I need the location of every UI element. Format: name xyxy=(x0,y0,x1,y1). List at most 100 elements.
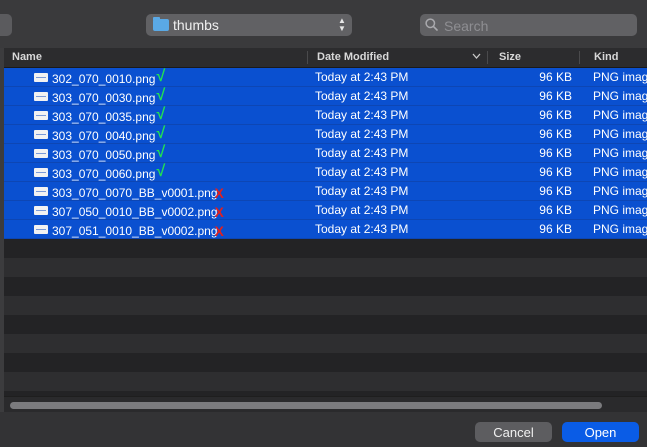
empty-row xyxy=(4,334,647,353)
date-modified: Today at 2:43 PM xyxy=(315,70,409,84)
empty-row xyxy=(4,353,647,372)
empty-row xyxy=(4,315,647,334)
search-field[interactable] xyxy=(420,14,637,36)
file-name: 303_070_0030.png xyxy=(52,91,156,105)
file-icon xyxy=(34,149,48,158)
file-name: 302_070_0010.png xyxy=(52,72,156,86)
date-modified: Today at 2:43 PM xyxy=(315,222,409,236)
search-input[interactable] xyxy=(442,16,631,36)
empty-row xyxy=(4,372,647,391)
file-icon xyxy=(34,130,48,139)
column-header-date-modified[interactable]: Date Modified xyxy=(317,51,389,63)
file-icon xyxy=(34,73,48,82)
file-size: 96 KB xyxy=(539,89,572,103)
file-size: 96 KB xyxy=(539,70,572,84)
date-modified: Today at 2:43 PM xyxy=(315,127,409,141)
file-kind: PNG imag xyxy=(593,146,647,160)
file-row[interactable]: 303_070_0040.png√ Today at 2:43 PM 96 KB… xyxy=(4,125,647,144)
file-size: 96 KB xyxy=(539,146,572,160)
file-icon xyxy=(34,206,48,215)
file-kind: PNG imag xyxy=(593,108,647,122)
file-icon xyxy=(34,92,48,101)
column-header: Name Date Modified Size Kind xyxy=(4,48,647,68)
file-name-cell: 303_070_0035.png√ xyxy=(52,106,166,126)
date-modified: Today at 2:43 PM xyxy=(315,165,409,179)
file-row[interactable]: 303_070_0070_BB_v0001.pngX Today at 2:43… xyxy=(4,182,647,201)
file-row[interactable]: 303_070_0050.png√ Today at 2:43 PM 96 KB… xyxy=(4,144,647,163)
column-header-name[interactable]: Name xyxy=(12,51,42,63)
file-row[interactable]: 303_070_0035.png√ Today at 2:43 PM 96 KB… xyxy=(4,106,647,125)
file-size: 96 KB xyxy=(539,184,572,198)
file-size: 96 KB xyxy=(539,127,572,141)
file-name-cell: 303_070_0060.png√ xyxy=(52,163,166,183)
file-name-cell: 307_051_0010_BB_v0002.pngX xyxy=(52,222,224,239)
file-name: 307_050_0010_BB_v0002.png xyxy=(52,205,218,219)
file-name-cell: 303_070_0040.png√ xyxy=(52,125,166,145)
cross-mark-icon: X xyxy=(214,185,224,201)
file-name-cell: 307_050_0010_BB_v0002.pngX xyxy=(52,203,224,220)
chevron-up-down-icon: ▲ ▼ xyxy=(338,16,346,33)
check-mark-icon: √ xyxy=(156,163,166,180)
file-name-cell: 302_070_0010.png√ xyxy=(52,68,166,88)
empty-row xyxy=(4,239,647,258)
cancel-button[interactable]: Cancel xyxy=(475,422,552,442)
check-mark-icon: √ xyxy=(156,125,166,142)
date-modified: Today at 2:43 PM xyxy=(315,146,409,160)
file-name: 303_070_0035.png xyxy=(52,110,156,124)
date-modified: Today at 2:43 PM xyxy=(315,184,409,198)
file-row[interactable]: 307_051_0010_BB_v0002.pngX Today at 2:43… xyxy=(4,220,647,239)
folder-name: thumbs xyxy=(173,17,219,33)
date-modified: Today at 2:43 PM xyxy=(315,89,409,103)
column-header-size[interactable]: Size xyxy=(499,51,521,63)
dialog-footer: Cancel Open xyxy=(0,412,647,447)
empty-row xyxy=(4,258,647,277)
file-size: 96 KB xyxy=(539,203,572,217)
back-button[interactable] xyxy=(0,14,12,36)
file-name-cell: 303_070_0050.png√ xyxy=(52,144,166,164)
folder-popup[interactable]: thumbs ▲ ▼ xyxy=(146,14,352,36)
file-icon xyxy=(34,111,48,120)
file-name: 307_051_0010_BB_v0002.png xyxy=(52,224,218,238)
cross-mark-icon: X xyxy=(214,204,224,220)
cross-mark-icon: X xyxy=(214,223,224,239)
empty-row xyxy=(4,277,647,296)
date-modified: Today at 2:43 PM xyxy=(315,108,409,122)
file-name: 303_070_0050.png xyxy=(52,148,156,162)
file-row[interactable]: 303_070_0060.png√ Today at 2:43 PM 96 KB… xyxy=(4,163,647,182)
open-button[interactable]: Open xyxy=(562,422,639,442)
empty-row xyxy=(4,296,647,315)
check-mark-icon: √ xyxy=(156,87,166,104)
file-kind: PNG imag xyxy=(593,222,647,236)
file-row[interactable]: 303_070_0030.png√ Today at 2:43 PM 96 KB… xyxy=(4,87,647,106)
file-size: 96 KB xyxy=(539,165,572,179)
file-name-cell: 303_070_0030.png√ xyxy=(52,87,166,107)
file-size: 96 KB xyxy=(539,222,572,236)
check-mark-icon: √ xyxy=(156,144,166,161)
file-list: 302_070_0010.png√ Today at 2:43 PM 96 KB… xyxy=(4,68,647,391)
file-name: 303_070_0040.png xyxy=(52,129,156,143)
file-name: 303_070_0070_BB_v0001.png xyxy=(52,186,218,200)
check-mark-icon: √ xyxy=(156,68,166,85)
file-name: 303_070_0060.png xyxy=(52,167,156,181)
folder-icon xyxy=(153,17,169,31)
file-row[interactable]: 302_070_0010.png√ Today at 2:43 PM 96 KB… xyxy=(4,68,647,87)
file-size: 96 KB xyxy=(539,108,572,122)
file-kind: PNG imag xyxy=(593,89,647,103)
file-kind: PNG imag xyxy=(593,127,647,141)
file-browser: Name Date Modified Size Kind 302_070_001… xyxy=(0,48,647,413)
column-separator[interactable] xyxy=(307,51,308,64)
file-kind: PNG imag xyxy=(593,184,647,198)
search-icon xyxy=(425,18,438,31)
horizontal-scrollbar[interactable] xyxy=(4,396,647,413)
column-header-kind[interactable]: Kind xyxy=(594,51,618,63)
column-separator[interactable] xyxy=(487,51,488,64)
chevron-down-icon xyxy=(472,53,481,59)
file-icon xyxy=(34,225,48,234)
check-mark-icon: √ xyxy=(156,106,166,123)
file-kind: PNG imag xyxy=(593,165,647,179)
scrollbar-thumb[interactable] xyxy=(10,402,602,409)
file-icon xyxy=(34,187,48,196)
file-name-cell: 303_070_0070_BB_v0001.pngX xyxy=(52,184,224,201)
column-separator[interactable] xyxy=(579,51,580,64)
file-row[interactable]: 307_050_0010_BB_v0002.pngX Today at 2:43… xyxy=(4,201,647,220)
